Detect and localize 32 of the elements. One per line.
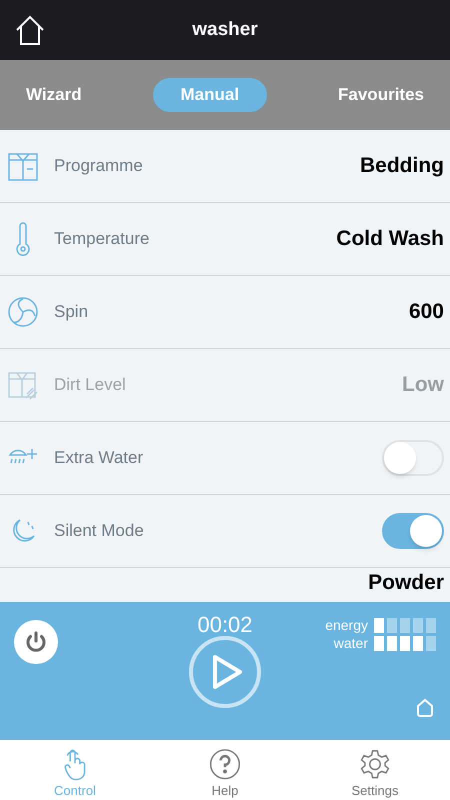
level-meter xyxy=(374,636,436,651)
meter-label: energy xyxy=(325,618,368,633)
setting-label: Programme xyxy=(54,155,143,178)
toggle-switch[interactable] xyxy=(382,513,444,549)
setting-value[interactable]: Cold Wash xyxy=(336,226,444,252)
nav-tab[interactable]: Control xyxy=(0,740,150,800)
house-icon xyxy=(416,698,434,718)
level-meter xyxy=(374,618,436,633)
power-icon xyxy=(24,630,48,654)
mode-tab[interactable]: Favourites xyxy=(328,78,434,112)
setting-label: Dirt Level xyxy=(54,374,126,396)
home-icon[interactable] xyxy=(14,14,46,46)
nav-tab[interactable]: Help xyxy=(150,740,300,800)
setting-label: Silent Mode xyxy=(54,520,144,542)
fan-icon xyxy=(6,295,40,329)
setting-label: Temperature xyxy=(54,228,150,250)
nav-tab[interactable]: Settings xyxy=(300,740,450,800)
setting-label: Spin xyxy=(54,301,88,324)
setting-value[interactable]: 600 xyxy=(408,299,444,325)
power-button[interactable] xyxy=(14,620,58,664)
setting-label: Extra Water xyxy=(54,447,144,470)
toggle-switch[interactable] xyxy=(382,440,444,476)
mode-tab[interactable]: Wizard xyxy=(16,78,92,112)
setting-value[interactable]: Powder xyxy=(368,570,444,596)
help-icon xyxy=(208,748,242,780)
settings-icon xyxy=(358,748,392,780)
screen-title: washer xyxy=(192,18,258,42)
play-button[interactable] xyxy=(188,635,262,709)
mode-tab[interactable]: Manual xyxy=(152,78,268,112)
setting-value[interactable]: Bedding xyxy=(360,153,444,179)
timer-text: 00:02 xyxy=(196,611,254,639)
meter-label: water xyxy=(334,636,368,651)
